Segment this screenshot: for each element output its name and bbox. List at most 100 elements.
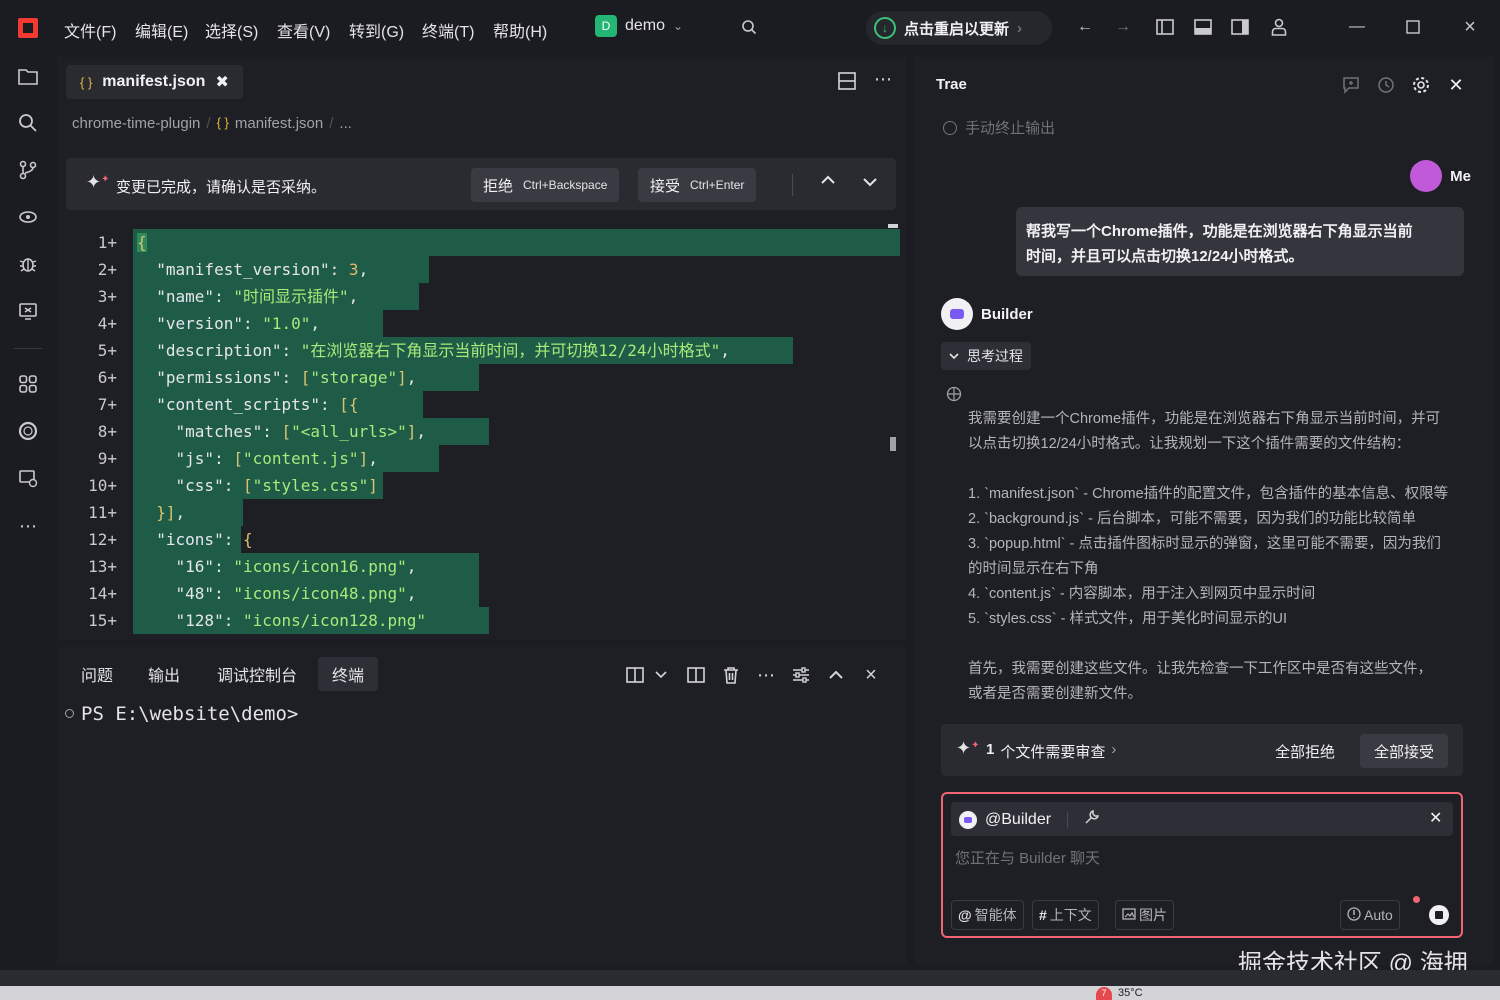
account-icon[interactable] <box>1268 16 1290 38</box>
minimize-icon[interactable]: — <box>1346 16 1368 38</box>
device-preview-icon[interactable] <box>16 466 40 490</box>
remote-explorer-icon[interactable] <box>16 299 40 323</box>
project-selector[interactable]: D demo ⌄ <box>595 15 683 37</box>
reject-button[interactable]: 拒绝 Ctrl+Backspace <box>471 168 620 202</box>
activity-bar: ⋯ <box>0 56 55 970</box>
more-icon[interactable]: ⋯ <box>16 514 40 538</box>
close-panel-icon[interactable]: × <box>860 664 882 686</box>
chevron-down-icon <box>949 352 959 359</box>
trash-icon[interactable] <box>720 664 742 686</box>
more-icon[interactable]: ⋯ <box>755 664 777 686</box>
breadcrumb-folder[interactable]: chrome-time-plugin <box>72 115 200 132</box>
accept-label: 接受 <box>650 177 681 195</box>
agent-mention-bar: @Builder ✕ <box>951 802 1453 836</box>
settings-sliders-icon[interactable] <box>790 664 812 686</box>
image-chip[interactable]: 图片 <box>1115 900 1174 930</box>
chevron-up-icon[interactable] <box>825 664 847 686</box>
new-chat-icon[interactable] <box>1340 74 1362 96</box>
more-actions-icon[interactable]: ⋯ <box>874 69 892 90</box>
accept-all-button[interactable]: 全部接受 <box>1360 734 1449 768</box>
menu-go[interactable]: 转到(G) <box>349 18 404 42</box>
builder-avatar <box>941 298 973 330</box>
source-control-icon[interactable] <box>16 158 40 182</box>
menu-view[interactable]: 查看(V) <box>277 18 330 42</box>
title-bar: 文件(F) 编辑(E) 选择(S) 查看(V) 转到(G) 终端(T) 帮助(H… <box>0 0 1500 56</box>
forward-arrow-icon[interactable]: → <box>1112 16 1134 38</box>
layout-icon[interactable] <box>685 664 707 686</box>
restart-update-button[interactable]: ↓ 点击重启以更新 › <box>866 11 1052 45</box>
toggle-aux-panel-icon[interactable] <box>1229 16 1251 38</box>
toggle-panel-icon[interactable] <box>1192 16 1214 38</box>
tab-output[interactable]: 输出 <box>134 657 194 691</box>
code-line: 6+ "permissions": ["storage"], <box>57 364 900 391</box>
weather-alert-badge: 7 <box>1096 987 1112 1000</box>
stop-generation-button[interactable] <box>1429 905 1449 925</box>
stop-icon <box>943 120 957 135</box>
debug-icon[interactable] <box>16 252 40 276</box>
model-selector[interactable]: Auto <box>1340 900 1400 930</box>
explorer-icon[interactable] <box>16 64 40 88</box>
chevron-up-icon[interactable] <box>821 172 835 190</box>
code-text: "description": "在浏览器右下角显示当前时间，并可切换12/24小… <box>156 341 730 360</box>
globe-icon <box>946 386 962 402</box>
breadcrumb: chrome-time-plugin / { } manifest.json /… <box>72 115 352 132</box>
thinking-toggle[interactable]: 思考过程 <box>941 342 1031 370</box>
reject-all-button[interactable]: 全部拒绝 <box>1261 734 1349 768</box>
gear-icon[interactable] <box>1410 74 1432 96</box>
stop-output-button[interactable]: 手动终止输出 <box>943 117 1055 138</box>
menu-selection[interactable]: 选择(S) <box>205 18 258 42</box>
chevron-down-icon[interactable] <box>650 664 672 686</box>
close-window-icon[interactable]: × <box>1459 16 1481 38</box>
notification-dot <box>1413 896 1420 903</box>
toggle-sidebar-icon[interactable] <box>1154 16 1176 38</box>
menu-help[interactable]: 帮助(H) <box>493 18 547 42</box>
code-area[interactable]: 1+ { 2+ "manifest_version": 3, 3+ "name"… <box>57 229 900 640</box>
remove-mention-icon[interactable]: ✕ <box>1429 808 1442 828</box>
tab-terminal[interactable]: 终端 <box>318 657 379 691</box>
menu-edit[interactable]: 编辑(E) <box>135 18 188 42</box>
chat-input[interactable]: 您正在与 Builder 聊天 <box>955 847 1100 868</box>
review-summary[interactable]: 1 个文件需要审查 › <box>986 741 1116 762</box>
mention-label: @Builder <box>985 810 1052 828</box>
menu-terminal[interactable]: 终端(T) <box>422 18 474 42</box>
close-tab-icon[interactable]: ✖ <box>215 72 228 92</box>
tab-debug-console[interactable]: 调试控制台 <box>203 657 311 691</box>
user-message-line: 帮我写一个Chrome插件，功能是在浏览器右下角显示当前 <box>1026 223 1413 240</box>
user-message-line: 时间，并且可以点击切换12/24小时格式。 <box>1026 248 1304 265</box>
sync-icon[interactable] <box>16 419 40 443</box>
maximize-icon[interactable] <box>1402 16 1424 38</box>
breadcrumb-symbol[interactable]: ... <box>339 115 352 132</box>
accept-button[interactable]: 接受 Ctrl+Enter <box>638 168 757 202</box>
search-icon[interactable] <box>16 111 40 135</box>
agent-mention[interactable]: @Builder <box>959 809 1100 830</box>
ai-assistant-icon[interactable] <box>16 205 40 229</box>
split-terminal-icon[interactable] <box>624 664 646 686</box>
context-chip[interactable]: # 上下文 <box>1032 900 1099 930</box>
back-arrow-icon[interactable]: ← <box>1074 16 1096 38</box>
history-icon[interactable] <box>1375 74 1397 96</box>
extensions-icon[interactable] <box>16 372 40 396</box>
code-text: "matches": ["<all_urls>"], <box>175 422 427 441</box>
scroll-thumb[interactable] <box>890 437 896 451</box>
wrench-icon[interactable] <box>1084 809 1100 830</box>
code-text: "128": "icons/icon128.png" <box>175 611 426 630</box>
close-icon[interactable]: ✕ <box>1445 74 1467 96</box>
code-text: "48": "icons/icon48.png", <box>175 584 417 603</box>
chevron-down-icon[interactable] <box>863 174 877 192</box>
tab-problems[interactable]: 问题 <box>67 657 127 691</box>
thinking-content: 我需要创建一个Chrome插件，功能是在浏览器右下角显示当前时间，并可 以点击切… <box>968 407 1468 732</box>
split-editor-icon[interactable] <box>838 72 856 95</box>
search-icon[interactable] <box>738 16 760 38</box>
terminal-prompt[interactable]: PS E:\website\demo> <box>81 703 298 725</box>
code-text: "manifest_version": 3, <box>156 260 369 279</box>
json-file-icon: { } <box>80 74 93 90</box>
breadcrumb-file[interactable]: manifest.json <box>235 115 323 132</box>
tab-manifest-json[interactable]: { } manifest.json ✖ <box>66 65 243 99</box>
review-count-label: 个文件需要审查 <box>1000 744 1106 761</box>
code-line: 9+ "js": ["content.js"], <box>57 445 900 472</box>
agent-chip[interactable]: @ 智能体 <box>951 900 1024 930</box>
json-file-icon: { } <box>216 115 229 130</box>
thinking-list-item: 1. `manifest.json` - Chrome插件的配置文件，包含插件的… <box>968 486 1449 502</box>
editor-scrollbar[interactable] <box>888 224 898 640</box>
menu-file[interactable]: 文件(F) <box>64 18 116 42</box>
